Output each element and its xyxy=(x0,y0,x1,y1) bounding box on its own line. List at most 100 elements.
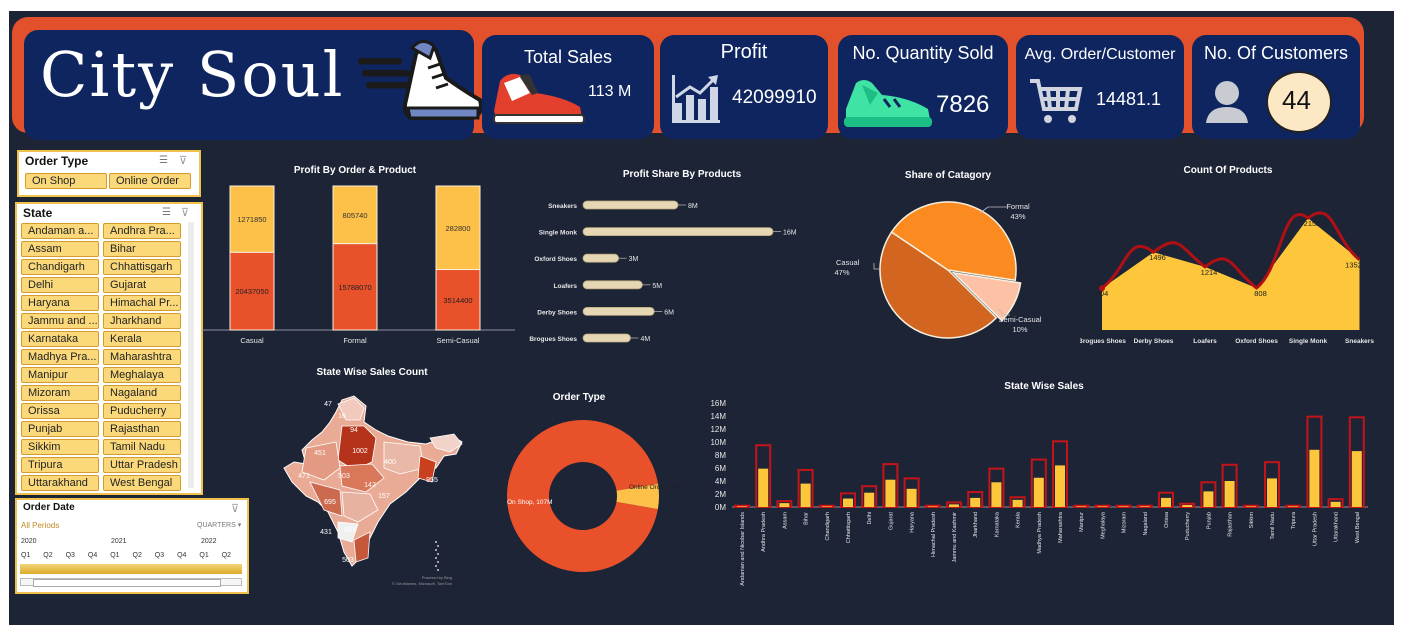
kpi-value: 14481.1 xyxy=(1096,89,1162,109)
tick-label: Tripura xyxy=(1291,511,1297,529)
slicer-option-state[interactable]: Tamil Nadu xyxy=(103,439,181,455)
timeline-quarter[interactable]: Q1 xyxy=(21,552,30,559)
slicer-option-state[interactable]: Punjab xyxy=(21,421,99,437)
slicer-option-state[interactable]: Assam xyxy=(21,241,99,257)
kpi-profit: Profit 42099910 xyxy=(660,35,828,139)
clear-filter-icon[interactable]: ⊽ xyxy=(181,206,189,219)
bar-inner xyxy=(1267,478,1277,507)
slicer-option-state[interactable]: Chhattisgarh xyxy=(103,259,181,275)
map-label: 471 xyxy=(298,473,310,480)
tick-label: Chhattisgarh xyxy=(846,512,852,543)
slicer-option-state[interactable]: Mizoram xyxy=(21,385,99,401)
slicer-option-state[interactable]: Jammu and ... xyxy=(21,313,99,329)
slicer-option-state[interactable]: Andaman a... xyxy=(21,223,99,239)
bar xyxy=(582,307,655,316)
slicer-option-state[interactable]: Madhya Pra... xyxy=(21,349,99,365)
timeline-year: 2022 xyxy=(201,538,217,545)
timeline-quarter[interactable]: Q4 xyxy=(88,552,97,559)
map-label: 695 xyxy=(324,499,336,506)
data-label: 282800 xyxy=(445,224,470,233)
slicer-option-state[interactable]: Sikkim xyxy=(21,439,99,455)
bar-inner xyxy=(1203,491,1214,507)
tick-label: Uttarakhand xyxy=(1334,512,1340,542)
brand-name: City Soul xyxy=(40,38,345,111)
slicer-option-state[interactable]: Orissa xyxy=(21,403,99,419)
state-wise-sales-chart: 0M 2M 4M 6M 8M 10M 12M 14M 16M Andaman and Nicoba… xyxy=(710,399,1368,586)
slicer-option-state[interactable]: Tripura xyxy=(21,457,99,473)
slicer-title: Order Type xyxy=(25,154,89,168)
timeline-scrollbar[interactable] xyxy=(20,578,242,587)
slicer-option-state[interactable]: Jharkhand xyxy=(103,313,181,329)
tick-label: Delhi xyxy=(867,512,873,525)
tick-label: Uttar Pradesh xyxy=(1312,512,1318,546)
count-of-products-chart: 804Brogues Shoes1496Derby Shoes1214Loafe… xyxy=(1080,211,1374,345)
timeline-year: 2021 xyxy=(111,538,127,545)
bar-inner xyxy=(949,504,959,507)
slicer-option-state[interactable]: Puducherry xyxy=(103,403,181,419)
data-label: 1496 xyxy=(1149,253,1166,262)
timeline-period: All Periods xyxy=(21,521,60,530)
slicer-option-state[interactable]: Bihar xyxy=(103,241,181,257)
bar-inner xyxy=(821,506,832,507)
timeline-quarter[interactable]: Q1 xyxy=(199,552,208,559)
tick-label: Kerala xyxy=(1016,511,1022,528)
slicer-option-state[interactable]: Andhra Pra... xyxy=(103,223,181,239)
slicer-option-state[interactable]: Manipur xyxy=(21,367,99,383)
data-label: 6M xyxy=(664,309,674,316)
island-dot xyxy=(435,565,437,567)
slicer-option-state[interactable]: Delhi xyxy=(21,277,99,293)
slicer-scrollbar[interactable] xyxy=(188,222,194,488)
bar-inner xyxy=(779,503,790,507)
kpi-title: Avg. Order/Customer xyxy=(1024,46,1176,63)
slicer-option-on-shop[interactable]: On Shop xyxy=(25,173,107,189)
timeline-quarter[interactable]: Q3 xyxy=(155,552,164,559)
multi-select-icon[interactable]: ☰ xyxy=(159,155,168,166)
data-label: 15788070 xyxy=(338,283,371,292)
tick-label: Oxford Shoes xyxy=(1235,338,1278,345)
slicer-option-state[interactable]: Uttarakhand xyxy=(21,475,99,491)
tick-label: Karnataka xyxy=(994,511,1000,537)
clear-filter-icon[interactable]: ⊽ xyxy=(231,502,239,515)
timeline-quarter[interactable]: Q4 xyxy=(177,552,186,559)
clear-filter-icon[interactable]: ⊽ xyxy=(179,154,187,167)
island-dot xyxy=(437,569,439,571)
slicer-option-state[interactable]: Nagaland xyxy=(103,385,181,401)
slicer-option-state[interactable]: Himachal Pr... xyxy=(103,295,181,311)
bar xyxy=(582,200,679,210)
slicer-option-state[interactable]: Meghalaya xyxy=(103,367,181,383)
slicer-option-state[interactable]: Maharashtra xyxy=(103,349,181,365)
slicer-option-state[interactable]: West Bengal xyxy=(103,475,181,491)
timeline-quarter[interactable]: Q3 xyxy=(66,552,75,559)
slicer-option-state[interactable]: Karnataka xyxy=(21,331,99,347)
tick-label: Tamil Nadu xyxy=(1270,512,1276,540)
kpi-total-sales: Total Sales 113 M xyxy=(482,35,654,139)
slicer-option-state[interactable]: Haryana xyxy=(21,295,99,311)
map-credit: Powered by Bing xyxy=(422,575,452,580)
slicer-option-state[interactable]: Kerala xyxy=(103,331,181,347)
slicer-option-state[interactable]: Rajasthan xyxy=(103,421,181,437)
bar-inner xyxy=(885,479,896,507)
timeline-quarter[interactable]: Q2 xyxy=(222,552,231,559)
tick-label: Assam xyxy=(782,512,788,529)
timeline-level-dropdown[interactable]: QUARTERS ▾ xyxy=(197,521,241,529)
tick-label: Orissa xyxy=(1164,511,1170,528)
data-label: 4M xyxy=(641,336,651,343)
chart-title: State Wise Sales Count xyxy=(316,367,428,378)
data-label: 3514400 xyxy=(443,296,472,305)
slicer-option-state[interactable]: Chandigarh xyxy=(21,259,99,275)
timeline-quarter[interactable]: Q1 xyxy=(110,552,119,559)
slicer-option-state[interactable]: Uttar Pradesh xyxy=(103,457,181,473)
map-label: 503 xyxy=(342,557,354,564)
slicer-option-online-order[interactable]: Online Order xyxy=(109,173,191,189)
timeline-quarter[interactable]: Q2 xyxy=(133,552,142,559)
bar-inner xyxy=(1288,506,1299,507)
leader-line xyxy=(873,263,880,270)
chart-title: Count Of Products xyxy=(1183,165,1273,176)
slicer-option-state[interactable]: Gujarat xyxy=(103,277,181,293)
timeline-quarter[interactable]: Q2 xyxy=(43,552,52,559)
kpi-value: 44 xyxy=(1282,85,1311,115)
multi-select-icon[interactable]: ☰ xyxy=(162,207,171,218)
timeline-bar[interactable] xyxy=(20,564,242,574)
tick-label: Brogues Shoes xyxy=(529,336,577,343)
tick-label: Jharkhand xyxy=(973,512,979,538)
